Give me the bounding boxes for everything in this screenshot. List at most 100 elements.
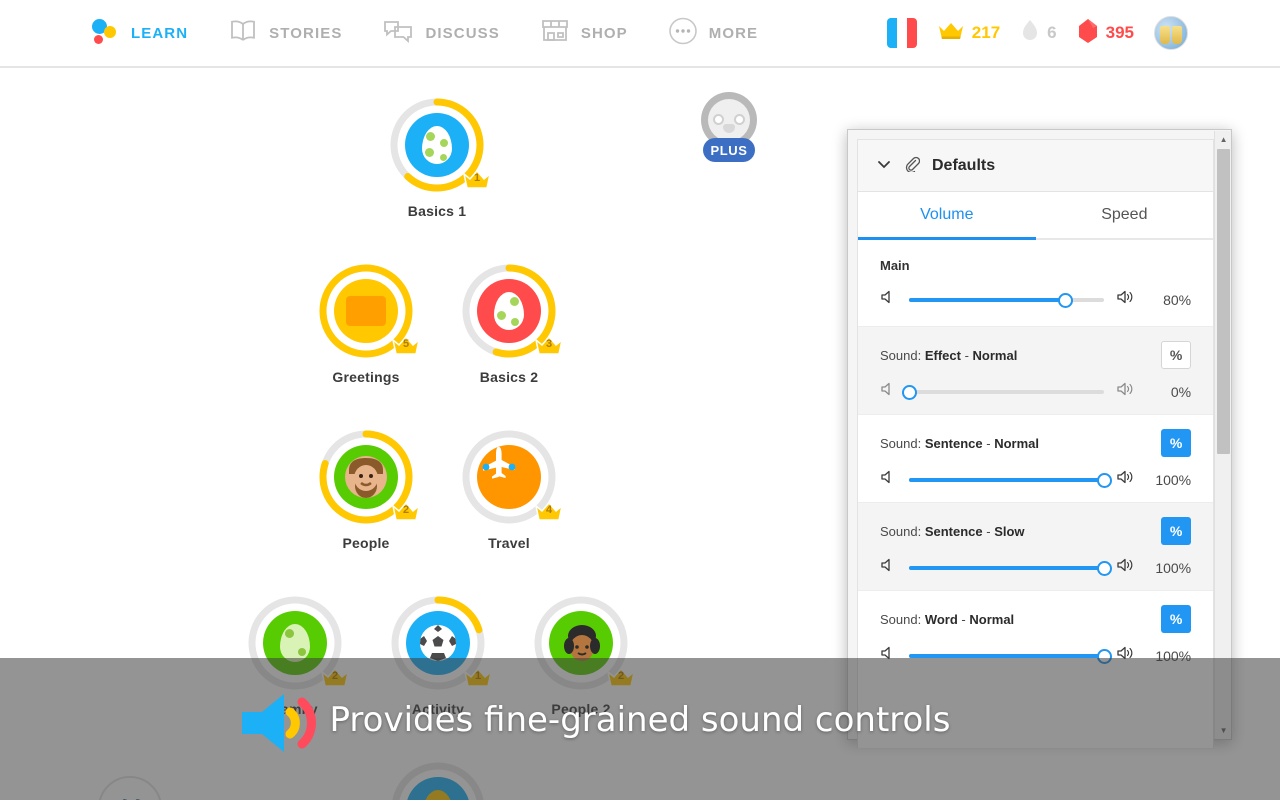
row-variant: Normal	[969, 611, 1015, 627]
panel-tabs: Volume Speed	[858, 192, 1214, 240]
stat-crowns[interactable]: 217	[937, 20, 1000, 47]
speaker-mute-icon[interactable]	[880, 381, 897, 402]
egg-icon	[494, 292, 524, 330]
nav-label-stories: STORIES	[269, 24, 343, 42]
book-icon	[228, 19, 258, 48]
user-avatar[interactable]	[1154, 16, 1188, 50]
tab-volume[interactable]: Volume	[858, 192, 1036, 238]
stat-streak[interactable]: 6	[1020, 19, 1057, 48]
skill-icon-bubble[interactable]	[334, 279, 398, 343]
row-variant: Slow	[994, 523, 1025, 539]
row-volume-value: 100%	[1155, 559, 1192, 576]
crown-level: 3	[545, 338, 553, 350]
soccer-ball-icon	[420, 625, 456, 661]
plane-icon	[482, 447, 516, 479]
skill-label: Travel	[488, 535, 530, 551]
speaker-loud-icon[interactable]	[1116, 381, 1135, 402]
paperclip-icon	[904, 156, 921, 176]
row-slider-row: 100%	[880, 557, 1191, 578]
nav-stats: 217 6 395	[886, 16, 1188, 50]
skill-icon-bubble[interactable]	[477, 445, 541, 509]
top-navigation-bar: LEARN STORIES DISCUSS SHOP MORE 217 6 39…	[0, 0, 1280, 68]
skill-icon-bubble[interactable]	[405, 113, 469, 177]
sound-row-sentence-normal: Sound: Sentence - Normal % 100%	[858, 414, 1214, 502]
crown-level: 4	[545, 504, 553, 516]
nav-item-learn[interactable]: LEARN	[92, 16, 188, 50]
skill-ring[interactable]: 4	[460, 428, 564, 526]
row-variant: Normal	[994, 435, 1039, 451]
percent-toggle-button[interactable]: %	[1161, 429, 1192, 457]
main-volume-slider[interactable]	[909, 291, 1105, 309]
skill-label: Basics 2	[479, 369, 539, 385]
skill-label: Basics 1	[407, 203, 467, 219]
percent-toggle-button[interactable]: %	[1161, 605, 1192, 633]
row-sep: -	[982, 523, 995, 539]
speaker-loud-icon[interactable]	[1116, 289, 1135, 310]
row-label: Sound: Sentence - Normal	[880, 436, 1039, 451]
nav-item-stories[interactable]: STORIES	[228, 19, 342, 48]
skill-crown-badge: 3	[534, 334, 564, 356]
scrollbar-thumb[interactable]	[1217, 149, 1231, 454]
percent-toggle-button[interactable]: %	[1161, 341, 1192, 369]
row-prefix: Sound:	[880, 347, 925, 363]
ellipsis-circle-icon	[668, 16, 698, 51]
nav-item-discuss[interactable]: DISCUSS	[382, 18, 499, 49]
egg-icon	[280, 624, 310, 662]
french-flag-icon[interactable]	[886, 18, 917, 48]
main-slider-row: 80%	[880, 289, 1191, 310]
nav-item-more[interactable]: MORE	[668, 16, 758, 51]
skill-ring[interactable]: 2	[317, 428, 421, 526]
row-variant: Normal	[972, 347, 1018, 363]
store-icon	[540, 18, 570, 49]
speaker-loud-icon[interactable]	[1116, 469, 1135, 490]
app-root: LEARN STORIES DISCUSS SHOP MORE 217 6 39…	[0, 0, 1280, 800]
sound-row-effect-normal: Sound: Effect - Normal % 0%	[858, 326, 1214, 414]
chevron-down-icon[interactable]	[876, 156, 892, 176]
row-volume-value: 0%	[1170, 383, 1192, 400]
nav-item-shop[interactable]: SHOP	[540, 18, 628, 49]
crown-level: 5	[402, 338, 410, 350]
skill-people[interactable]: 2 People	[311, 428, 421, 551]
speaker-mute-icon[interactable]	[880, 289, 897, 310]
duo-plus-badge[interactable]: PLUS	[700, 92, 758, 162]
speaker-mute-icon[interactable]	[880, 469, 897, 490]
stat-gems[interactable]: 395	[1077, 18, 1134, 49]
skill-greetings[interactable]: 5 Greetings	[311, 262, 421, 385]
row-volume-value: 100%	[1155, 471, 1192, 488]
skill-label: People	[342, 535, 390, 551]
row-sep: -	[982, 435, 995, 451]
row-volume-slider[interactable]	[909, 471, 1113, 489]
scroll-up-arrow[interactable]: ▲	[1215, 131, 1232, 148]
speaker-loud-icon[interactable]	[1116, 557, 1135, 578]
speech-bubbles-icon	[382, 18, 414, 49]
row-volume-slider[interactable]	[909, 559, 1113, 577]
row-sep: -	[960, 347, 973, 363]
sound-row-sentence-slow: Sound: Sentence - Slow % 100%	[858, 502, 1214, 590]
row-volume-slider[interactable]	[902, 383, 1105, 401]
nav-label-discuss: DISCUSS	[425, 24, 500, 42]
egg-icon	[422, 126, 452, 164]
tab-speed[interactable]: Speed	[1036, 192, 1214, 238]
crown-icon	[937, 20, 965, 47]
main-volume-section: Main 80%	[858, 240, 1214, 326]
percent-toggle-button[interactable]: %	[1161, 517, 1192, 545]
skill-icon-bubble[interactable]	[334, 445, 398, 509]
row-label: Sound: Effect - Normal	[880, 348, 1017, 363]
skill-ring[interactable]: 3	[460, 262, 564, 360]
panel-content: Defaults Volume Speed Main 80% Sound: Ef…	[857, 139, 1215, 748]
skill-ring[interactable]: 5	[317, 262, 421, 360]
skill-basics-1[interactable]: 1 Basics 1	[382, 96, 492, 219]
panel-title: Defaults	[932, 156, 996, 174]
crown-count: 217	[971, 23, 1001, 42]
nav-label-learn: LEARN	[131, 24, 189, 42]
skill-label: Greetings	[332, 369, 400, 385]
skill-basics-2[interactable]: 3 Basics 2	[454, 262, 564, 385]
skill-ring[interactable]: 1	[388, 96, 492, 194]
speaker-mute-icon[interactable]	[880, 557, 897, 578]
skill-icon-bubble[interactable]	[477, 279, 541, 343]
skill-travel[interactable]: 4 Travel	[454, 428, 564, 551]
nav-label-shop: SHOP	[580, 24, 628, 42]
row-header: Sound: Effect - Normal %	[880, 341, 1192, 369]
crown-level: 2	[402, 504, 410, 516]
panel-scrollbar[interactable]: ▲ ▼	[1214, 131, 1231, 739]
